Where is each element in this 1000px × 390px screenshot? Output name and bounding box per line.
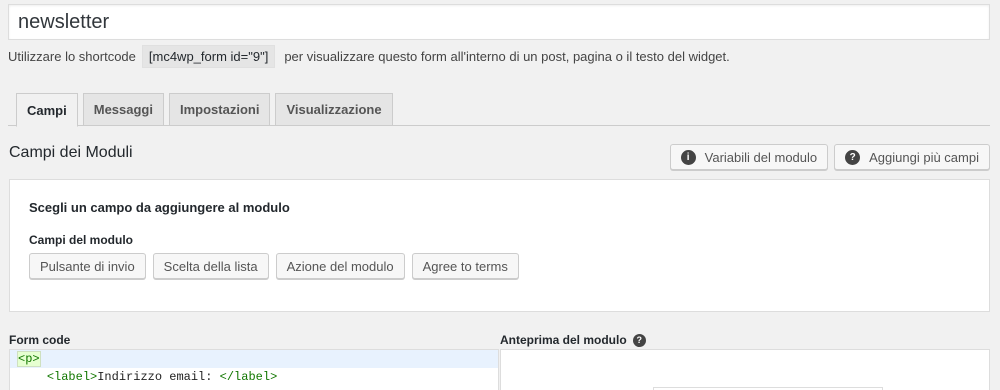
form-action-field[interactable]: Azione del modulo [275, 253, 405, 279]
code-tag: </label> [219, 370, 278, 384]
tab-campi[interactable]: Campi [16, 93, 78, 127]
code-text: Indirizzo email: [97, 370, 220, 384]
add-more-fields-button[interactable]: ? Aggiungi più campi [834, 144, 990, 170]
list-choice-field[interactable]: Scelta della lista [152, 253, 269, 279]
agree-to-terms-field[interactable]: Agree to terms [411, 253, 519, 279]
info-circle-icon: i [680, 149, 696, 165]
field-chooser-panel: Scegli un campo da aggiungere al modulo … [9, 179, 990, 312]
form-variables-label: Variabili del modulo [704, 149, 818, 165]
code-tag: <p> [17, 351, 41, 367]
tab-visualizzazione[interactable]: Visualizzazione [275, 93, 393, 126]
form-variables-button[interactable]: i Variabili del modulo [669, 144, 829, 170]
shortcode-hint: Utilizzare lo shortcode [mc4wp_form id="… [8, 44, 730, 68]
add-more-fields-label: Aggiungi più campi [869, 149, 979, 165]
shortcode-suffix: per visualizzare questo form all'interno… [284, 48, 730, 64]
code-line[interactable]: <label>Indirizzo email: </label> [10, 368, 498, 386]
field-chooser-heading: Scegli un campo da aggiungere al modulo [29, 200, 290, 215]
tab-impostazioni[interactable]: Impostazioni [168, 93, 271, 126]
code-line[interactable]: <p> [10, 350, 498, 368]
field-buttons: Pulsante di invio Scelta della lista Azi… [29, 253, 519, 279]
preview-help-icon[interactable]: ? [632, 333, 646, 347]
shortcode-code[interactable]: [mc4wp_form id="9"] [141, 44, 276, 68]
form-fields-label: Campi del modulo [29, 233, 134, 247]
form-code-label: Form code [9, 333, 71, 347]
section-actions: i Variabili del modulo ? Aggiungi più ca… [669, 144, 990, 170]
section-title: Campi dei Moduli [9, 144, 133, 161]
shortcode-prefix: Utilizzare lo shortcode [8, 48, 136, 64]
form-code-editor[interactable]: <p> <label>Indirizzo email: </label> [9, 349, 499, 390]
help-circle-icon: ? [845, 149, 861, 165]
tab-messaggi[interactable]: Messaggi [82, 93, 164, 126]
form-preview-panel [500, 349, 990, 390]
submit-button-field[interactable]: Pulsante di invio [29, 253, 146, 279]
form-preview-title: Anteprima del modulo [500, 333, 627, 347]
settings-tabs: Campi Messaggi Impostazioni Visualizzazi… [8, 93, 990, 127]
form-title-input[interactable] [8, 4, 990, 40]
form-preview-label: Anteprima del modulo ? [500, 333, 646, 347]
code-tag: <label> [46, 370, 98, 384]
